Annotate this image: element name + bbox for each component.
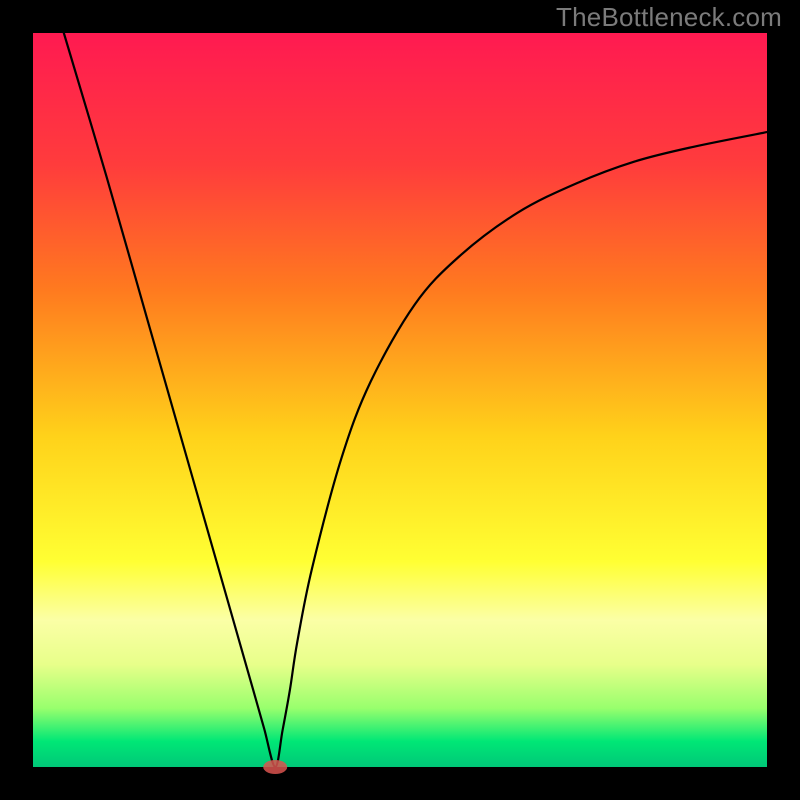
optimum-marker	[263, 760, 287, 774]
chart-container: TheBottleneck.com	[0, 0, 800, 800]
watermark-text: TheBottleneck.com	[556, 2, 782, 33]
bottleneck-chart	[0, 0, 800, 800]
plot-background	[33, 33, 767, 767]
